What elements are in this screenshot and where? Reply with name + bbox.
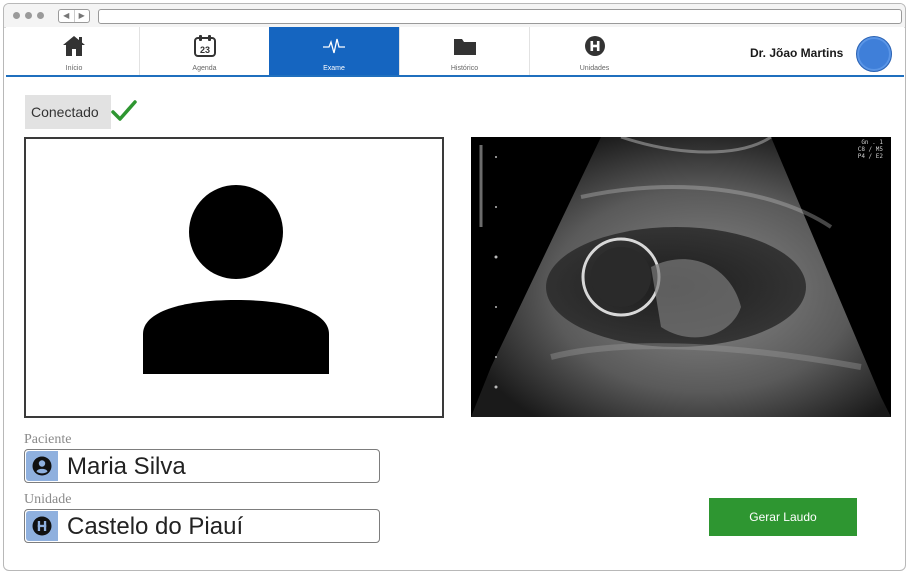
browser-nav-buttons: ◀ ▶ — [58, 9, 90, 23]
nav-label-historico: Histórico — [450, 65, 479, 72]
home-icon — [63, 36, 85, 56]
unit-value: Castelo do Piauí — [67, 513, 244, 540]
hospital-icon — [584, 36, 605, 56]
back-icon[interactable]: ◀ — [59, 10, 74, 22]
check-icon — [111, 100, 137, 121]
calendar-icon: 23 — [193, 35, 216, 57]
nav-item-historico[interactable]: Histórico — [399, 27, 529, 75]
readout-line: Gn . 1 — [861, 139, 883, 146]
heartbeat-icon — [323, 38, 345, 54]
window-minimize-dot[interactable] — [25, 12, 32, 19]
unit-icon-box — [26, 511, 58, 541]
connection-status: Conectado — [25, 95, 111, 129]
forward-icon[interactable]: ▶ — [73, 10, 90, 22]
nav-label-agenda: Agenda — [192, 65, 217, 72]
nav-item-agenda[interactable]: 23 Agenda — [139, 27, 269, 75]
avatar[interactable] — [856, 36, 892, 72]
user-name[interactable]: Dr. Jõao Martins — [750, 46, 843, 60]
nav-label-inicio: Início — [65, 65, 83, 72]
patient-video-panel — [24, 137, 444, 418]
readout-line: P4 / E2 — [857, 153, 883, 160]
unit-label: Unidade — [24, 492, 72, 507]
calendar-badge: 23 — [199, 45, 209, 55]
unit-field[interactable]: Castelo do Piauí — [24, 509, 380, 543]
patient-value: Maria Silva — [67, 453, 186, 480]
window-close-dot[interactable] — [13, 12, 20, 19]
browser-titlebar: ◀ ▶ — [4, 4, 905, 28]
ultrasound-image: Gn . 1 C8 / M5 P4 / E2 — [471, 137, 891, 417]
nav-item-exame[interactable]: Exame — [269, 27, 399, 75]
person-icon — [143, 185, 329, 374]
user-circle-icon — [32, 456, 52, 476]
nav-label-exame: Exame — [323, 65, 345, 72]
nav-label-unidades: Unidades — [579, 65, 610, 72]
patient-label: Paciente — [24, 432, 72, 447]
hospital-icon — [32, 516, 52, 536]
window-maximize-dot[interactable] — [37, 12, 44, 19]
nav-item-inicio[interactable]: Início — [9, 27, 139, 75]
address-bar[interactable] — [98, 9, 902, 24]
nav-item-unidades[interactable]: Unidades — [529, 27, 659, 75]
patient-icon-box — [26, 451, 58, 481]
generate-report-button[interactable]: Gerar Laudo — [709, 498, 857, 536]
readout-line: C8 / M5 — [857, 146, 883, 153]
patient-field[interactable]: Maria Silva — [24, 449, 380, 483]
folder-icon — [453, 39, 476, 55]
ultrasound-readout: Gn . 1 C8 / M5 P4 / E2 — [858, 139, 883, 160]
ultrasound-scan — [471, 137, 891, 417]
